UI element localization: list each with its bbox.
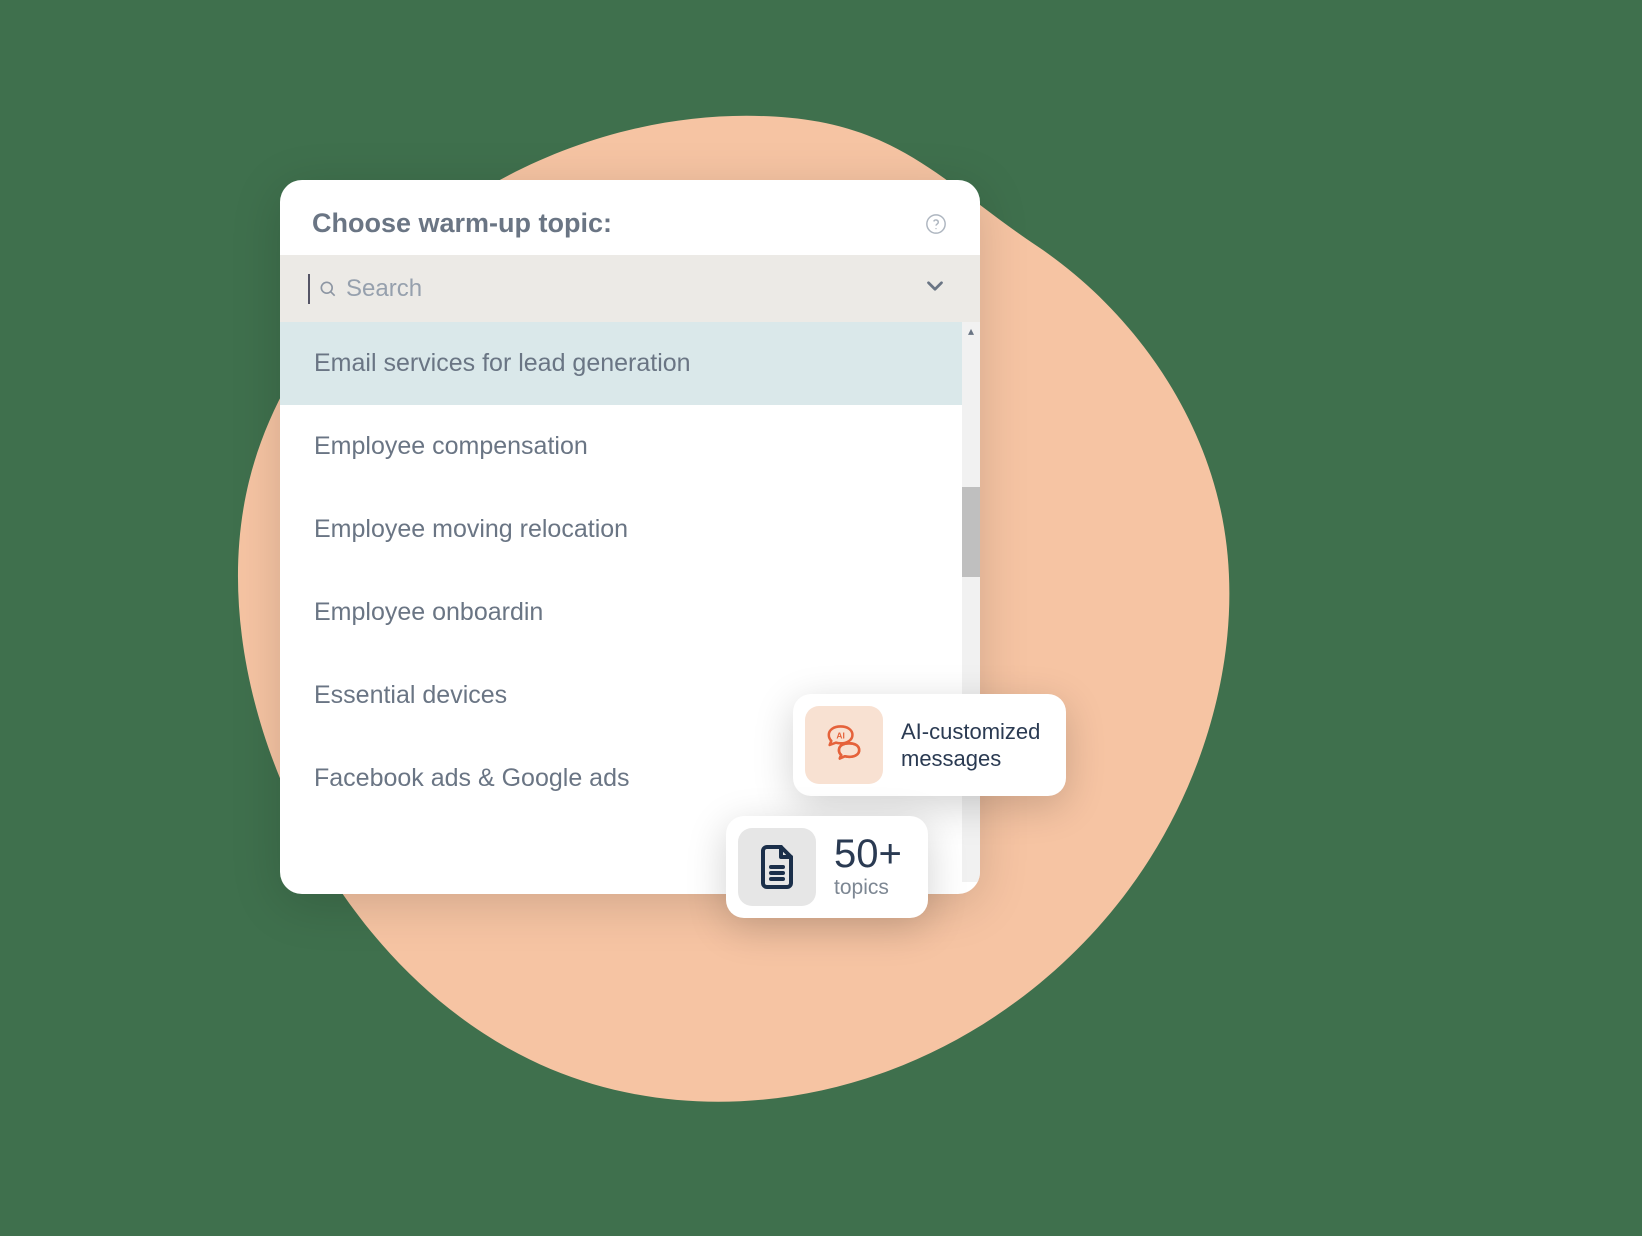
- scrollbar[interactable]: ▴: [962, 322, 980, 882]
- list-item[interactable]: Employee compensation: [280, 405, 980, 488]
- list-item[interactable]: Employee onboardin: [280, 571, 980, 654]
- search-input[interactable]: [346, 275, 922, 303]
- ai-badge-text: AI-customized messages: [901, 718, 1040, 773]
- scrollbar-thumb[interactable]: [962, 487, 980, 577]
- topics-badge-text: 50+ topics: [834, 834, 902, 900]
- svg-text:AI: AI: [836, 730, 844, 740]
- list-item[interactable]: Email services for lead generation: [280, 322, 980, 405]
- topics-count: 50+: [834, 834, 902, 874]
- chevron-down-icon[interactable]: [922, 273, 948, 304]
- text-cursor: [308, 274, 310, 304]
- ai-badge-line1: AI-customized: [901, 718, 1040, 746]
- ai-chat-icon: AI: [805, 706, 883, 784]
- scroll-up-arrow-icon[interactable]: ▴: [962, 322, 980, 340]
- list-item[interactable]: Employee moving relocation: [280, 488, 980, 571]
- topics-count-badge: 50+ topics: [726, 816, 928, 918]
- card-title: Choose warm-up topic:: [312, 208, 612, 239]
- search-row[interactable]: [280, 255, 980, 322]
- ai-messages-badge: AI AI-customized messages: [793, 694, 1066, 796]
- topics-label: topics: [834, 876, 902, 900]
- ai-badge-line2: messages: [901, 745, 1040, 773]
- topic-list: Email services for lead generation Emplo…: [280, 322, 980, 882]
- help-icon[interactable]: [924, 212, 948, 236]
- document-icon: [738, 828, 816, 906]
- card-header: Choose warm-up topic:: [280, 180, 980, 255]
- search-icon: [318, 279, 338, 299]
